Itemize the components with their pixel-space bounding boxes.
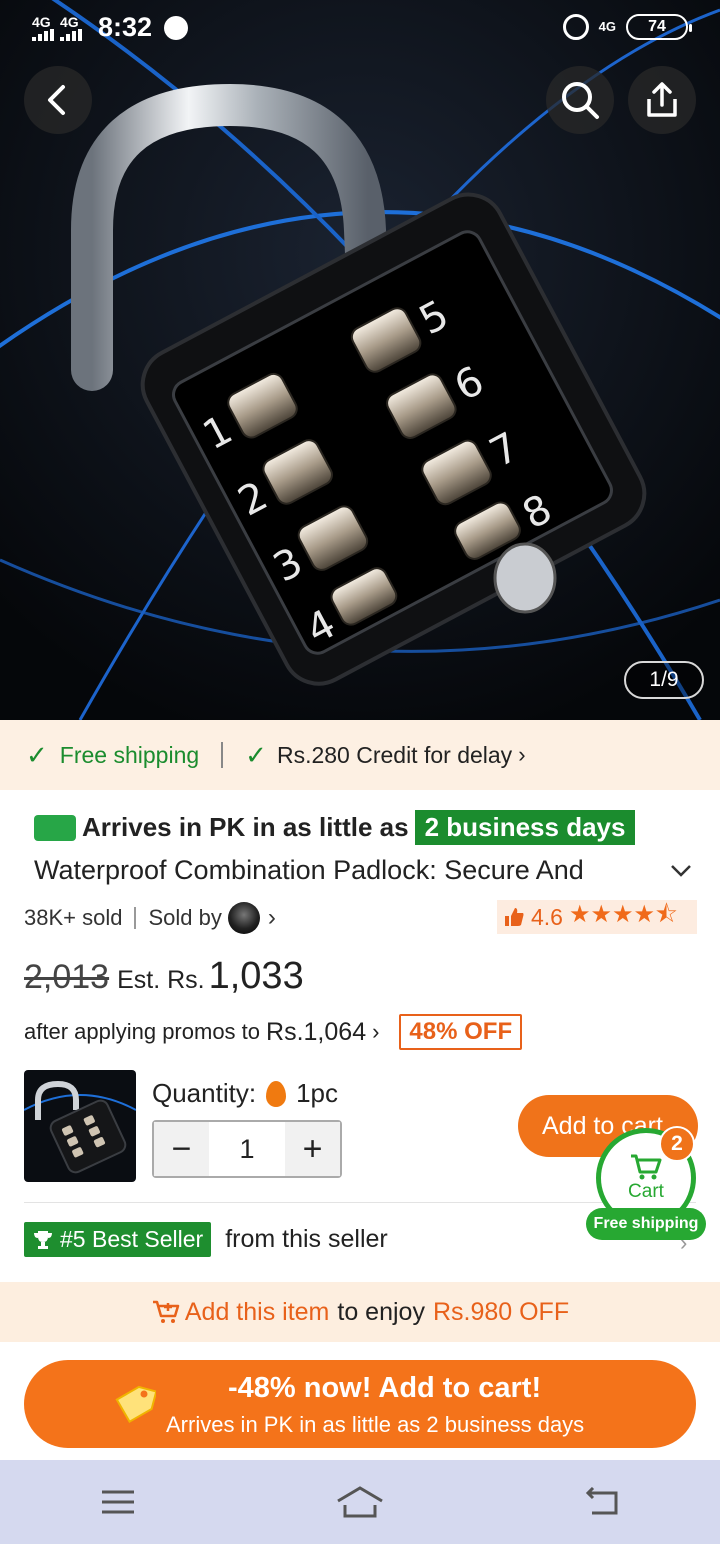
free-shipping-label: Free shipping	[59, 741, 200, 768]
add-cart-icon	[152, 1300, 180, 1323]
best-seller-row[interactable]: #5 Best Seller from this seller	[24, 1222, 388, 1257]
check-icon: ✓	[245, 739, 267, 770]
quantity-stepper[interactable]: − 1 +	[152, 1120, 342, 1178]
cart-label: Cart	[628, 1181, 664, 1202]
chevron-down-icon[interactable]	[670, 864, 692, 878]
battery-icon: 74	[626, 14, 692, 40]
promo-text: after applying promos to	[24, 1019, 261, 1044]
estimate-label: Est. Rs.	[117, 966, 205, 994]
back-arrow-icon	[48, 85, 65, 115]
status-bar: 4G 4G 8:32 4G 74	[0, 0, 720, 56]
back-button[interactable]	[24, 66, 92, 134]
speed-icon	[164, 15, 189, 40]
bottom-add-to-cart-button[interactable]: -48% now! Add to cart! Arrives in PK in …	[24, 1360, 696, 1448]
current-price: 1,033	[208, 955, 304, 997]
thumbs-up-icon	[505, 908, 524, 926]
promo-highlight: Add this item	[184, 1297, 330, 1326]
original-price: 2,013	[24, 958, 110, 996]
quantity-label: Quantity:	[152, 1078, 257, 1108]
product-page: 1 2 3 4 5 6 7 8 4G 4G 8:32 4G 74 1/9 ✓ F…	[0, 0, 720, 1544]
seller-avatar[interactable]	[227, 902, 260, 934]
trophy-icon	[34, 1230, 52, 1249]
cart-icon	[631, 1154, 662, 1180]
divider	[24, 1202, 696, 1203]
cart-count-badge: 2	[659, 1126, 695, 1162]
signal-icon: 4G	[32, 15, 54, 41]
system-navigation-bar	[0, 1460, 720, 1544]
promo-middle: to enjoy	[337, 1297, 425, 1326]
share-icon	[647, 82, 677, 117]
network-label: 4G	[598, 19, 616, 34]
discount-badge: 48% OFF	[399, 1014, 523, 1050]
sold-by-label: Sold by	[148, 905, 222, 930]
sold-count: 38K+ sold	[24, 905, 123, 930]
quantity-row: Quantity: 1pc	[152, 1078, 338, 1109]
divider	[221, 742, 224, 768]
flame-icon	[266, 1080, 287, 1107]
padlock-thumbnail-image	[24, 1080, 136, 1174]
chevron-right-icon: ›	[372, 1019, 380, 1044]
best-seller-badge: #5 Best Seller	[24, 1222, 212, 1257]
signal-icon: 4G	[60, 15, 82, 41]
star-rating-icon: ★★★★⯪	[568, 900, 678, 928]
best-seller-text: from this seller	[225, 1225, 388, 1253]
divider	[134, 907, 137, 929]
free-shipping-badge: Free shipping	[586, 1208, 706, 1240]
check-icon: ✓	[26, 739, 48, 770]
sales-seller-row: 38K+ sold Sold by ›	[24, 902, 276, 934]
battery-level: 74	[648, 18, 666, 35]
menu-icon[interactable]	[100, 1488, 136, 1516]
network-label: 4G	[32, 13, 51, 30]
home-icon[interactable]	[335, 1485, 385, 1519]
product-title[interactable]: Waterproof Combination Padlock: Secure A…	[34, 855, 634, 886]
chevron-right-icon: ›	[518, 742, 526, 767]
product-image-gallery[interactable]: 1 2 3 4 5 6 7 8 4G 4G 8:32 4G 74 1/9	[0, 0, 720, 720]
search-icon	[562, 82, 599, 119]
best-seller-label: #5 Best Seller	[60, 1226, 204, 1252]
promo-amount: Rs.1,064	[266, 1017, 367, 1046]
chevron-right-icon[interactable]: ›	[268, 904, 276, 932]
image-counter: 1/9	[624, 661, 704, 699]
increase-button[interactable]: +	[285, 1122, 340, 1176]
quantity-unit: 1pc	[296, 1078, 338, 1108]
cta-secondary-text: Arrives in PK in as little as 2 business…	[166, 1412, 585, 1437]
promo-row[interactable]: after applying promos to Rs.1,064 › 48% …	[24, 1014, 523, 1050]
promo-strip[interactable]: Add this item to enjoy Rs.980 OFF	[0, 1282, 720, 1342]
status-time: 8:32	[98, 12, 153, 42]
delivery-estimate: Arrives in PK in as little as 2 business…	[34, 810, 636, 845]
decrease-button[interactable]: −	[154, 1122, 209, 1176]
truck-icon	[34, 814, 76, 841]
price-row: 2,013 Est. Rs. 1,033	[24, 955, 304, 998]
network-label: 4G	[60, 13, 79, 30]
quantity-value[interactable]: 1	[209, 1122, 285, 1176]
shipping-info-bar[interactable]: ✓ Free shipping ✓ Rs.280 Credit for dela…	[0, 720, 720, 790]
cta-primary-text: -48% now! Add to cart!	[228, 1372, 542, 1404]
delivery-prefix: Arrives in PK in as little as	[82, 812, 409, 842]
back-nav-icon[interactable]	[584, 1487, 620, 1517]
price-tag-icon	[115, 1385, 156, 1424]
share-button[interactable]	[628, 66, 696, 134]
credit-delay-label[interactable]: Rs.280 Credit for delay	[277, 742, 512, 769]
delivery-days-badge: 2 business days	[414, 810, 636, 845]
rating-value: 4.6	[531, 903, 563, 930]
search-button[interactable]	[546, 66, 614, 134]
alarm-icon	[562, 14, 589, 40]
rating-badge[interactable]: 4.6 ★★★★⯪	[497, 900, 697, 934]
product-thumbnail[interactable]	[24, 1070, 136, 1182]
promo-amount-off: Rs.980 OFF	[432, 1297, 570, 1326]
